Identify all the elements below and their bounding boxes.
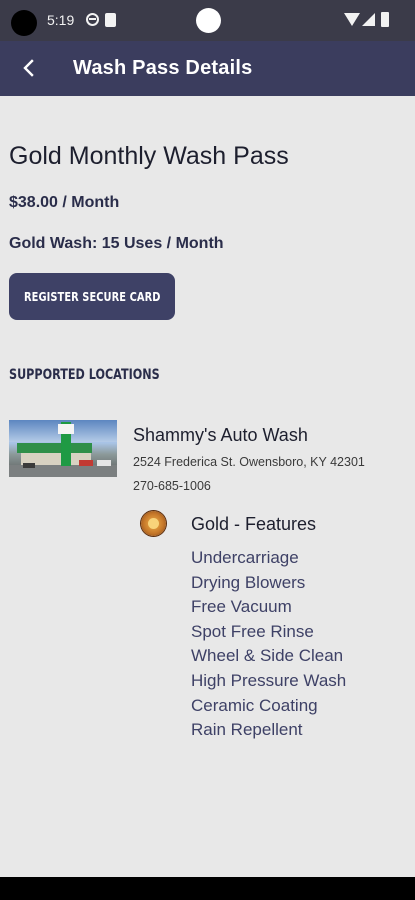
app-bar: Wash Pass Details (0, 41, 415, 96)
battery-icon (381, 12, 389, 27)
feature-item: Wheel & Side Clean (191, 646, 344, 666)
location-name: Shammy's Auto Wash (133, 425, 308, 445)
feature-item: Undercarriage (191, 548, 299, 567)
location-address: 2524 Frederica St. Owensboro, KY 42301 (133, 455, 365, 469)
pass-title: Gold Monthly Wash Pass (9, 142, 289, 170)
status-bar: 5:19 (0, 0, 415, 41)
pass-uses: Gold Wash: 15 Uses / Month (9, 235, 224, 252)
gold-medal-icon (141, 511, 166, 536)
cell-signal-icon (362, 13, 375, 26)
pass-price: $38.00 / Month (9, 194, 120, 211)
app-screen: 5:19 Wash Pass Details Gold Monthly Wash… (0, 0, 415, 900)
feature-item: High Pressure Wash (191, 670, 347, 690)
chevron-left-icon (23, 59, 34, 77)
camera-cutout (11, 10, 37, 36)
supported-locations-heading: SUPPORTED LOCATIONS (9, 367, 160, 383)
features-list: Undercarriage Drying Blowers Free Vacuum… (191, 547, 346, 744)
feature-item: Rain Repellent (191, 720, 303, 740)
feature-item: Drying Blowers (191, 572, 306, 592)
feature-item: Spot Free Rinse (191, 621, 314, 641)
wifi-icon (344, 13, 360, 26)
register-secure-card-button[interactable]: REGISTER SECURE CARD (9, 273, 175, 320)
register-button-label: REGISTER SECURE CARD (23, 289, 161, 304)
status-time: 5:19 (47, 12, 75, 28)
feature-item: Ceramic Coating (191, 695, 318, 715)
features-heading: Gold - Features (191, 514, 317, 534)
location-phone[interactable]: 270-685-1006 (133, 479, 211, 493)
notification-dot-icon (196, 8, 221, 33)
navigation-bar (0, 877, 415, 900)
feature-item: Free Vacuum (191, 597, 292, 617)
location-photo (9, 420, 117, 477)
vpn-icon (86, 13, 99, 26)
page-title: Wash Pass Details (73, 57, 253, 79)
sd-card-icon (105, 13, 116, 27)
back-button[interactable] (14, 53, 44, 83)
